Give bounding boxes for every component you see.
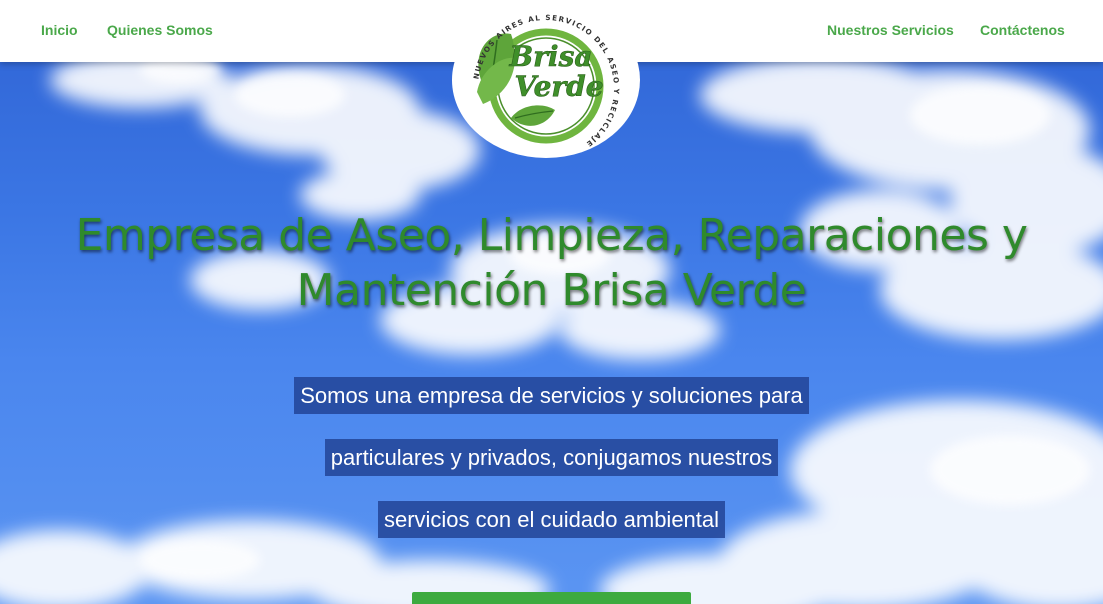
logo-brand-line1: Brisa <box>509 40 593 73</box>
page: Inicio Quienes Somos Nuestros Servicios … <box>0 0 1103 604</box>
tagline-text: servicios con el cuidado ambiental <box>377 501 726 538</box>
nav-link-inicio[interactable]: Inicio <box>41 22 78 38</box>
hero-tagline-line-2: particulares y privados, conjugamos nues… <box>0 439 1103 476</box>
nav-link-contactenos[interactable]: Contáctenos <box>980 22 1065 38</box>
hero-title: Empresa de Aseo, Limpieza, Reparaciones … <box>0 208 1103 318</box>
nav-link-nuestros-servicios[interactable]: Nuestros Servicios <box>827 22 954 38</box>
logo-emblem: NUEVOS AIRES AL SERVICIO DEL ASEO Y RECI… <box>452 2 640 158</box>
hero-tagline-line-3: servicios con el cuidado ambiental <box>0 501 1103 538</box>
logo-brand-line2: Verde <box>514 70 603 103</box>
hero-title-line-1: Empresa de Aseo, Limpieza, Reparaciones … <box>75 210 1028 261</box>
tagline-text: Somos una empresa de servicios y solucio… <box>294 377 809 414</box>
tagline-text: particulares y privados, conjugamos nues… <box>324 439 779 476</box>
hero-tagline-line-1: Somos una empresa de servicios y solucio… <box>0 377 1103 414</box>
hero-cta-button[interactable] <box>412 592 691 604</box>
brisa-verde-logo[interactable]: NUEVOS AIRES AL SERVICIO DEL ASEO Y RECI… <box>451 0 641 158</box>
hero-title-line-2: Mantención Brisa Verde <box>296 265 807 316</box>
nav-link-quienes-somos[interactable]: Quienes Somos <box>107 22 213 38</box>
